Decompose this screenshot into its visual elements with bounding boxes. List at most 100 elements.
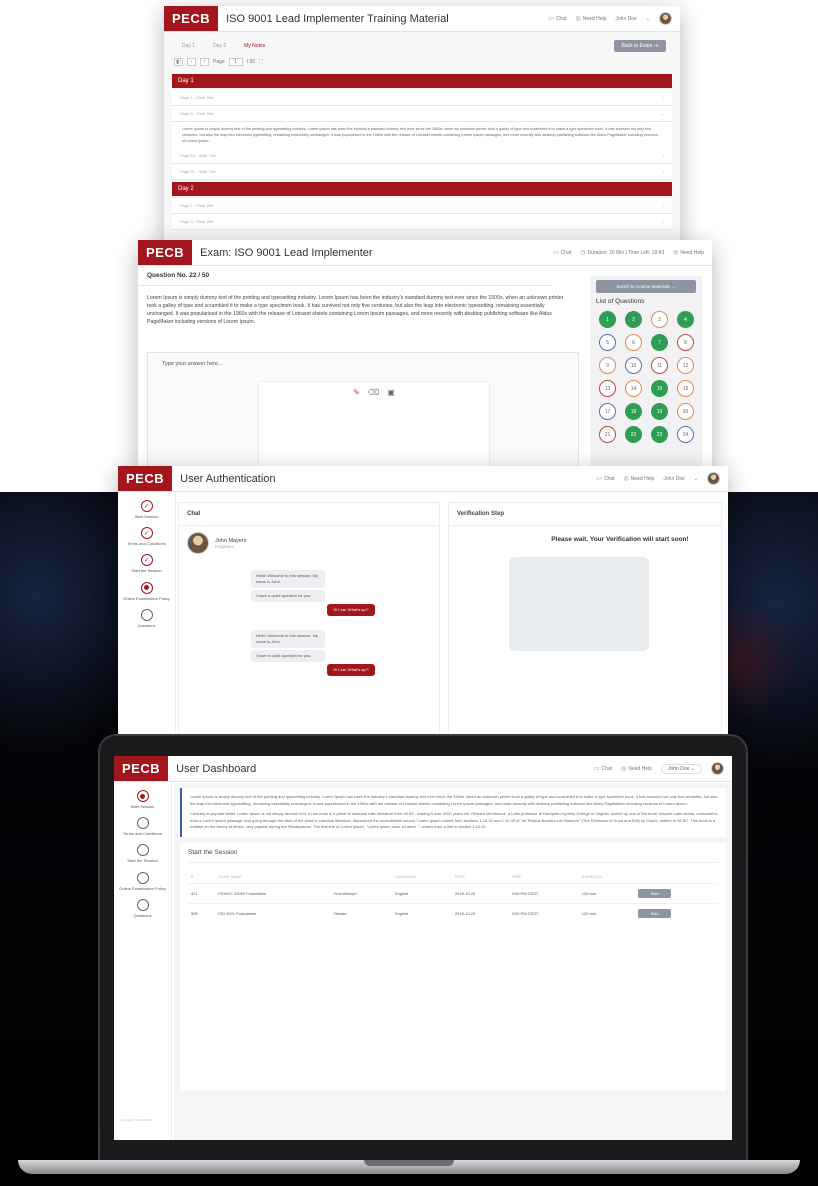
question-button[interactable]: 17 xyxy=(599,403,616,420)
next-page-icon[interactable]: › xyxy=(200,58,209,66)
slide-row[interactable]: Page 5 - Slide Title ⌄ xyxy=(172,106,672,122)
day-1-header[interactable]: Day 1 xyxy=(172,74,672,88)
question-button[interactable]: 9 xyxy=(599,357,616,374)
question-button[interactable]: 6 xyxy=(625,334,642,351)
question-button[interactable]: 14 xyxy=(625,380,642,397)
question-button[interactable]: 24 xyxy=(677,426,694,443)
help-link[interactable]: ◎ Need Help xyxy=(673,249,704,256)
step-terms[interactable]: Terms and Conditions xyxy=(114,817,171,836)
help-link[interactable]: ◎ Need Help xyxy=(576,15,607,22)
slide-row[interactable]: Page 1 - Slide Title › xyxy=(172,198,672,215)
sidebar-toggle-icon[interactable]: ◧ xyxy=(174,58,183,66)
user-name[interactable]: John Doe xyxy=(615,16,636,22)
cell-language: English xyxy=(392,902,452,923)
tab-day-1[interactable]: Day 1 xyxy=(178,40,199,52)
slide-row[interactable]: Page 21 - Slide Title › xyxy=(172,164,672,181)
chevron-down-icon[interactable]: ⌄ xyxy=(646,16,650,22)
step-start-session[interactable]: Start Session xyxy=(114,790,171,809)
help-icon: ◎ xyxy=(621,766,627,772)
slide-row[interactable]: Page 1 - Slide Title › xyxy=(172,90,672,106)
agent-name: John Mayers xyxy=(215,537,247,544)
save-icon[interactable]: ▣ xyxy=(387,388,395,397)
exam-header: PECB Exam: ISO 9001 Lead Implementer ▭ Ch… xyxy=(138,240,712,266)
cell-duration: 120 min xyxy=(578,882,636,904)
step-policy[interactable]: Online Examination Policy xyxy=(118,581,175,601)
question-button[interactable]: 10 xyxy=(625,357,642,374)
tab-day-2[interactable]: Day 2 xyxy=(209,40,230,52)
agent-message: Hello! Welcome to this session. My name … xyxy=(251,570,325,588)
slide-row[interactable]: Page 3 - Slide Title › xyxy=(172,214,672,231)
avatar[interactable] xyxy=(707,472,720,485)
pecb-logo[interactable]: PECB xyxy=(118,466,173,491)
question-button[interactable]: 13 xyxy=(599,380,616,397)
cell-date: 2018-10-24 xyxy=(451,902,509,923)
tab-my-notes[interactable]: My Notes xyxy=(240,40,269,52)
eraser-icon[interactable]: ⌫ xyxy=(368,388,379,397)
back-to-exam-button[interactable]: Back to Exam ⇥ xyxy=(613,40,666,52)
avatar[interactable] xyxy=(659,12,672,25)
answer-editor[interactable]: ✎ ⌫ ▣ xyxy=(258,381,490,470)
auth-header: PECB User Authentication ▭ Chat ◎ Need Hel… xyxy=(118,466,728,492)
question-button[interactable]: 12 xyxy=(677,357,694,374)
chat-link[interactable]: ▭ Chat xyxy=(596,475,614,482)
pen-icon[interactable]: ✎ xyxy=(353,388,360,397)
prev-page-icon[interactable]: ‹ xyxy=(187,58,196,66)
start-button[interactable]: Start xyxy=(638,908,671,918)
answer-placeholder[interactable]: Type your answer here... xyxy=(148,353,578,375)
question-button[interactable]: 18 xyxy=(625,403,642,420)
switch-to-course-materials-button[interactable]: Switch to Course Materials → xyxy=(596,280,696,293)
question-button[interactable]: 21 xyxy=(599,426,616,443)
fullscreen-icon[interactable]: ⛶ xyxy=(259,59,263,65)
question-button[interactable]: 7 xyxy=(651,334,668,351)
question-button[interactable]: 5 xyxy=(599,334,616,351)
step-questions[interactable]: Questions xyxy=(118,608,175,628)
cell-action: Start xyxy=(635,882,718,904)
question-button[interactable]: 3 xyxy=(651,311,668,328)
question-button[interactable]: 8 xyxy=(677,334,694,351)
step-start-the-session[interactable]: Start the Session xyxy=(114,844,171,863)
question-button[interactable]: 4 xyxy=(677,311,694,328)
cell-exam-name: ISO/IEC 20000 Foundation xyxy=(215,882,332,904)
pecb-logo[interactable]: PECB xyxy=(138,240,193,265)
user-name[interactable]: John Doe xyxy=(663,476,684,482)
step-questions[interactable]: Questions xyxy=(114,898,171,918)
day-2-header[interactable]: Day 2 xyxy=(172,182,672,197)
pending-step-icon xyxy=(136,871,149,884)
col-header xyxy=(635,871,718,884)
help-link[interactable]: ◎ Need Help xyxy=(624,475,655,482)
question-button[interactable]: 16 xyxy=(677,380,694,397)
question-button[interactable]: 22 xyxy=(625,426,642,443)
verification-title: Verification Step xyxy=(449,503,721,526)
chat-link[interactable]: ▭ Chat xyxy=(594,765,612,772)
question-button[interactable]: 1 xyxy=(599,311,616,328)
step-policy[interactable]: Online Examination Policy xyxy=(114,871,171,891)
question-button[interactable]: 23 xyxy=(651,426,668,443)
question-button[interactable]: 2 xyxy=(625,311,642,328)
col-header: TIME xyxy=(511,874,522,879)
session-title: Start the Session xyxy=(188,849,718,863)
help-link[interactable]: ◎ Need Help xyxy=(621,765,652,772)
question-button[interactable]: 20 xyxy=(677,403,694,420)
cell-exam-name: ISO 9001 Foundation xyxy=(215,902,332,923)
question-button[interactable]: 19 xyxy=(651,403,668,420)
question-button[interactable]: 15 xyxy=(651,380,668,397)
step-terms[interactable]: ✓ Terms and Conditions xyxy=(118,527,175,546)
step-start-session[interactable]: ✓ Start Session xyxy=(118,500,175,519)
chevron-down-icon: ⌄ xyxy=(660,111,664,116)
step-start-the-session[interactable]: ✓ Start the Session xyxy=(118,554,175,573)
pecb-logo[interactable]: PECB xyxy=(164,6,219,31)
agent-avatar xyxy=(187,532,209,554)
start-button[interactable]: Start xyxy=(638,888,671,898)
chevron-down-icon[interactable]: ⌄ xyxy=(694,476,698,482)
training-material-window: PECB ISO 9001 Lead Implementer Training … xyxy=(164,6,680,246)
chat-link[interactable]: ▭ Chat xyxy=(553,249,571,256)
chat-link[interactable]: ▭ Chat xyxy=(548,15,566,22)
pecb-logo[interactable]: PECB xyxy=(114,756,169,781)
laptop-notch xyxy=(364,1160,454,1166)
avatar[interactable] xyxy=(711,762,724,775)
page-input[interactable]: 1 xyxy=(228,58,243,66)
question-button[interactable]: 11 xyxy=(651,357,668,374)
user-menu[interactable]: John Doe ⌄ xyxy=(661,763,702,774)
exam-window: PECB Exam: ISO 9001 Lead Implementer ▭ Ch… xyxy=(138,240,712,470)
slide-row[interactable]: Page 16 - Slide Title › xyxy=(172,148,672,165)
